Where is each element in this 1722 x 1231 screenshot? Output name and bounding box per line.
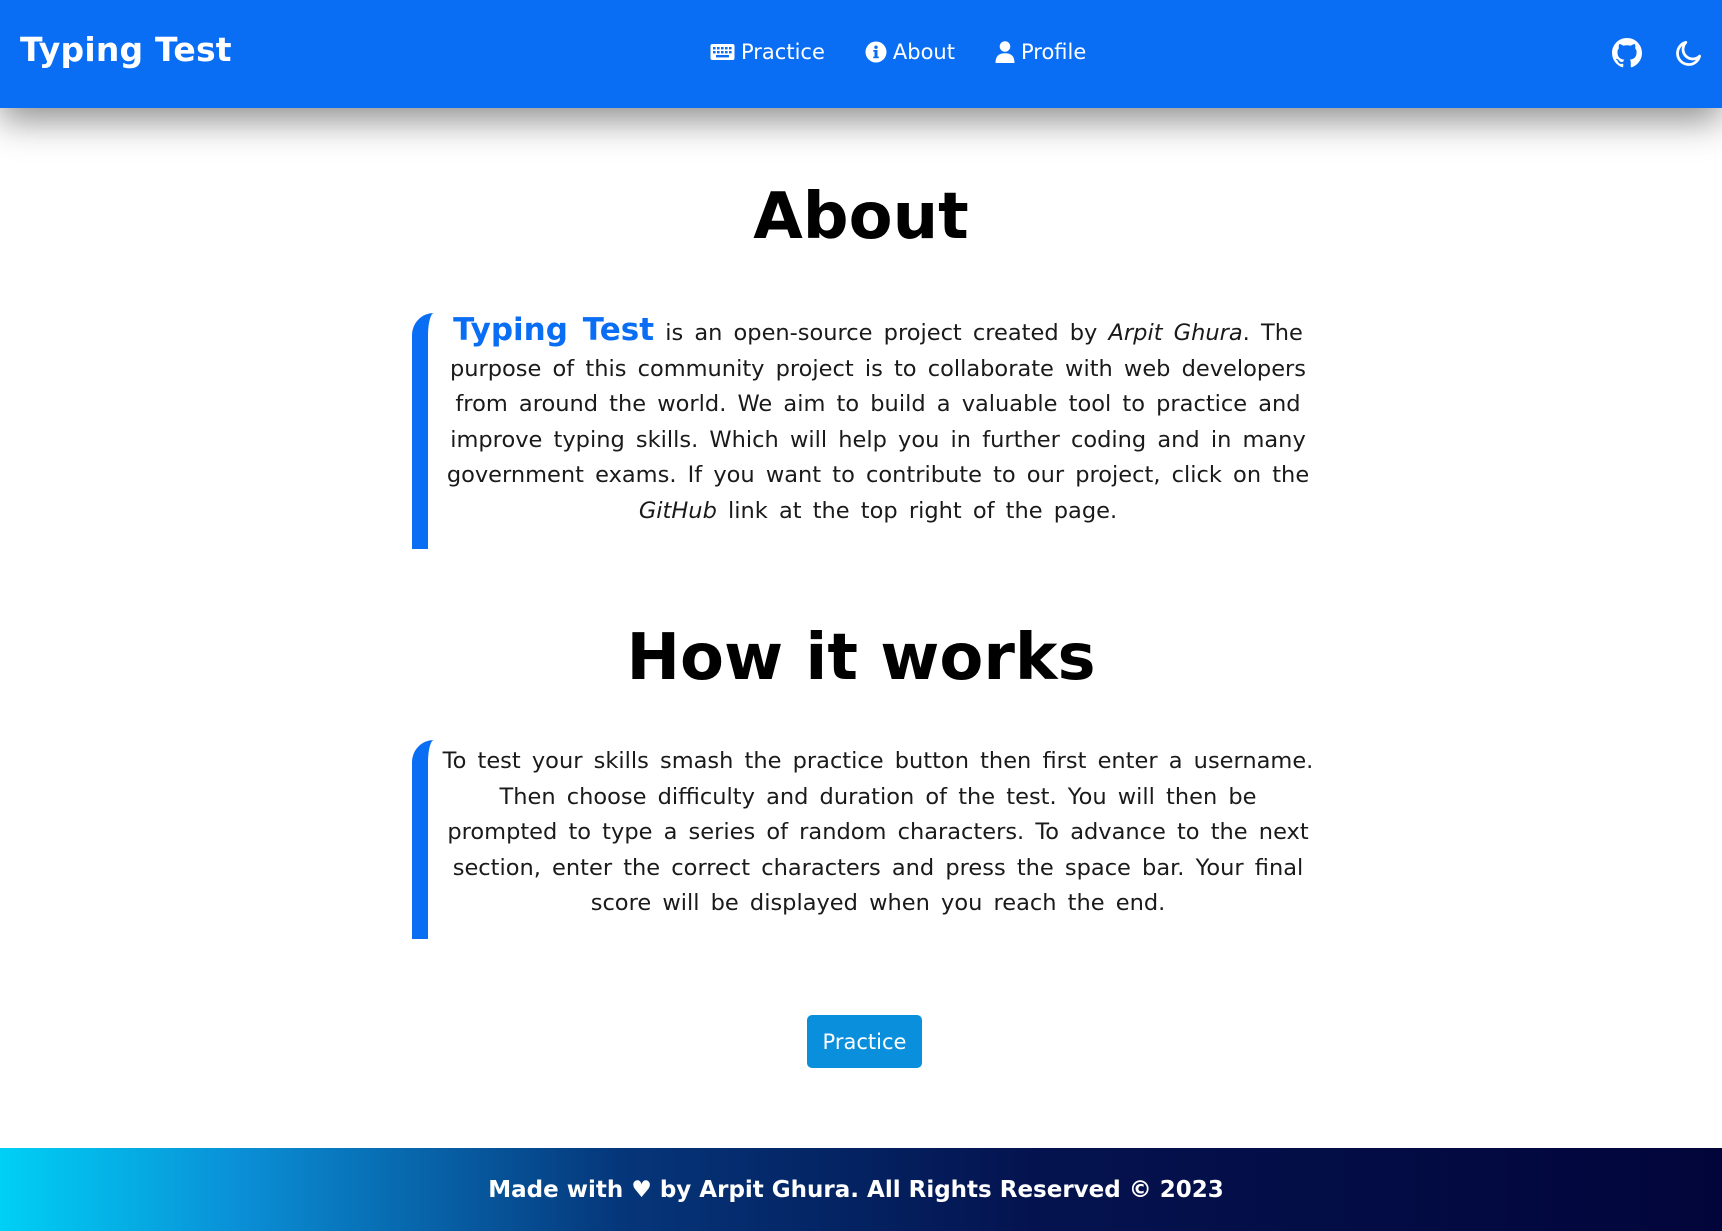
about-text-part: link at the top right of the page. — [716, 497, 1118, 524]
about-title: About — [753, 180, 969, 254]
navbar: Typing Test Practice About Profile — [0, 0, 1722, 108]
brand-logo[interactable]: Typing Test — [20, 30, 232, 69]
about-github-mention: GitHub — [638, 497, 717, 524]
about-text-part: is an open-source project created by — [654, 320, 1109, 346]
moon-icon[interactable] — [1674, 38, 1704, 68]
nav-links: Practice About Profile — [710, 40, 1086, 64]
nav-link-label: About — [892, 40, 955, 64]
user-icon — [995, 41, 1015, 63]
nav-link-about[interactable]: About — [865, 40, 955, 64]
about-blockquote: Typing Test is an open-source project cr… — [412, 312, 1316, 549]
how-it-works-blockquote: To test your skills smash the practice b… — [412, 740, 1316, 939]
footer: Made with ♥ by Arpit Ghura. All Rights R… — [0, 1148, 1722, 1231]
how-it-works-title: How it works — [626, 621, 1096, 695]
github-icon[interactable] — [1612, 38, 1642, 68]
info-circle-icon — [865, 41, 887, 63]
nav-link-label: Practice — [741, 40, 825, 64]
nav-link-profile[interactable]: Profile — [995, 40, 1086, 64]
keyboard-icon — [710, 44, 735, 60]
footer-text: Made with ♥ by Arpit Ghura. All Rights R… — [488, 1176, 1224, 1203]
nav-link-practice[interactable]: Practice — [710, 40, 825, 64]
about-highlight: Typing Test — [453, 312, 655, 348]
nav-right-icons — [1612, 38, 1704, 68]
about-author: Arpit Ghura — [1108, 320, 1243, 346]
practice-button[interactable]: Practice — [807, 1015, 922, 1068]
nav-link-label: Profile — [1020, 40, 1087, 64]
how-it-works-paragraph: To test your skills smash the practice b… — [442, 748, 1314, 916]
about-paragraph: Typing Test is an open-source project cr… — [440, 312, 1316, 529]
